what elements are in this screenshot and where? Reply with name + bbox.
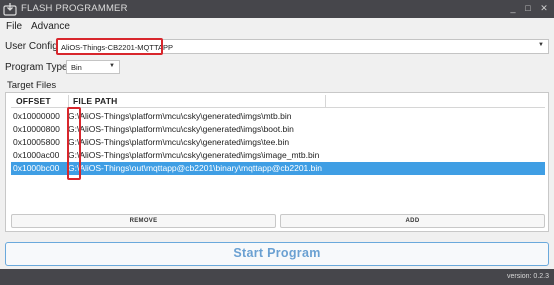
column-separator — [325, 95, 326, 108]
table-row[interactable]: 0x10005800 G:\AliOS-Things\platform\mcu\… — [11, 136, 545, 149]
table-header: OFFSET FILE PATH — [11, 95, 545, 108]
remove-button[interactable]: REMOVE — [11, 214, 276, 228]
menu-advance[interactable]: Advance — [31, 21, 70, 32]
triangle-down-icon: ▼ — [538, 42, 544, 48]
close-button[interactable]: ✕ — [537, 2, 551, 15]
table-row[interactable]: 0x10000000 G:\AliOS-Things\platform\mcu\… — [11, 110, 545, 123]
row-path: G:\AliOS-Things\out\mqttapp@cb2201\binar… — [68, 163, 322, 173]
add-button[interactable]: ADD — [280, 214, 545, 228]
target-files-panel: OFFSET FILE PATH 0x10000000 G:\AliOS-Thi… — [5, 92, 549, 232]
table-row[interactable]: 0x10000800 G:\AliOS-Things\platform\mcu\… — [11, 123, 545, 136]
start-program-button[interactable]: Start Program — [5, 242, 549, 266]
table-row-selected[interactable]: 0x1000bc00 G:\AliOS-Things\out\mqttapp@c… — [11, 162, 545, 175]
column-file-path[interactable]: FILE PATH — [73, 96, 117, 106]
user-config-label: User Config: — [5, 41, 61, 52]
row-path: G:\AliOS-Things\platform\mcu\csky\genera… — [68, 124, 294, 134]
row-offset: 0x10005800 — [13, 137, 60, 147]
window-title: FLASH PROGRAMMER — [21, 3, 128, 14]
user-config-select[interactable]: AliOS-Things-CB2201-MQTTAPP ▼ — [56, 39, 549, 54]
row-offset: 0x10000800 — [13, 124, 60, 134]
chip-download-icon — [3, 3, 17, 16]
column-separator — [68, 95, 69, 108]
version-label: version: 0.2.3 — [506, 273, 549, 280]
row-offset: 0x1000bc00 — [13, 163, 60, 173]
table-row[interactable]: 0x1000ac00 G:\AliOS-Things\platform\mcu\… — [11, 149, 545, 162]
menu-file[interactable]: File — [6, 21, 22, 32]
column-offset[interactable]: OFFSET — [16, 96, 51, 106]
row-offset: 0x10000000 — [13, 111, 60, 121]
program-type-value: Bin — [71, 63, 82, 72]
triangle-down-icon: ▼ — [109, 63, 115, 69]
row-path: G:\AliOS-Things\platform\mcu\csky\genera… — [68, 150, 320, 160]
row-offset: 0x1000ac00 — [13, 150, 60, 160]
row-path: G:\AliOS-Things\platform\mcu\csky\genera… — [68, 111, 292, 121]
maximize-button[interactable]: □ — [521, 2, 535, 15]
target-files-label: Target Files — [7, 80, 57, 91]
minimize-button[interactable]: _ — [506, 2, 520, 15]
title-bar: FLASH PROGRAMMER _ □ ✕ — [0, 0, 554, 18]
menu-bar: File Advance — [0, 18, 554, 35]
program-type-select[interactable]: Bin ▼ — [66, 60, 120, 74]
status-bar: version: 0.2.3 — [0, 269, 554, 285]
row-path: G:\AliOS-Things\platform\mcu\csky\genera… — [68, 137, 290, 147]
user-config-value: AliOS-Things-CB2201-MQTTAPP — [61, 43, 173, 52]
program-type-label: Program Type: — [5, 62, 71, 73]
